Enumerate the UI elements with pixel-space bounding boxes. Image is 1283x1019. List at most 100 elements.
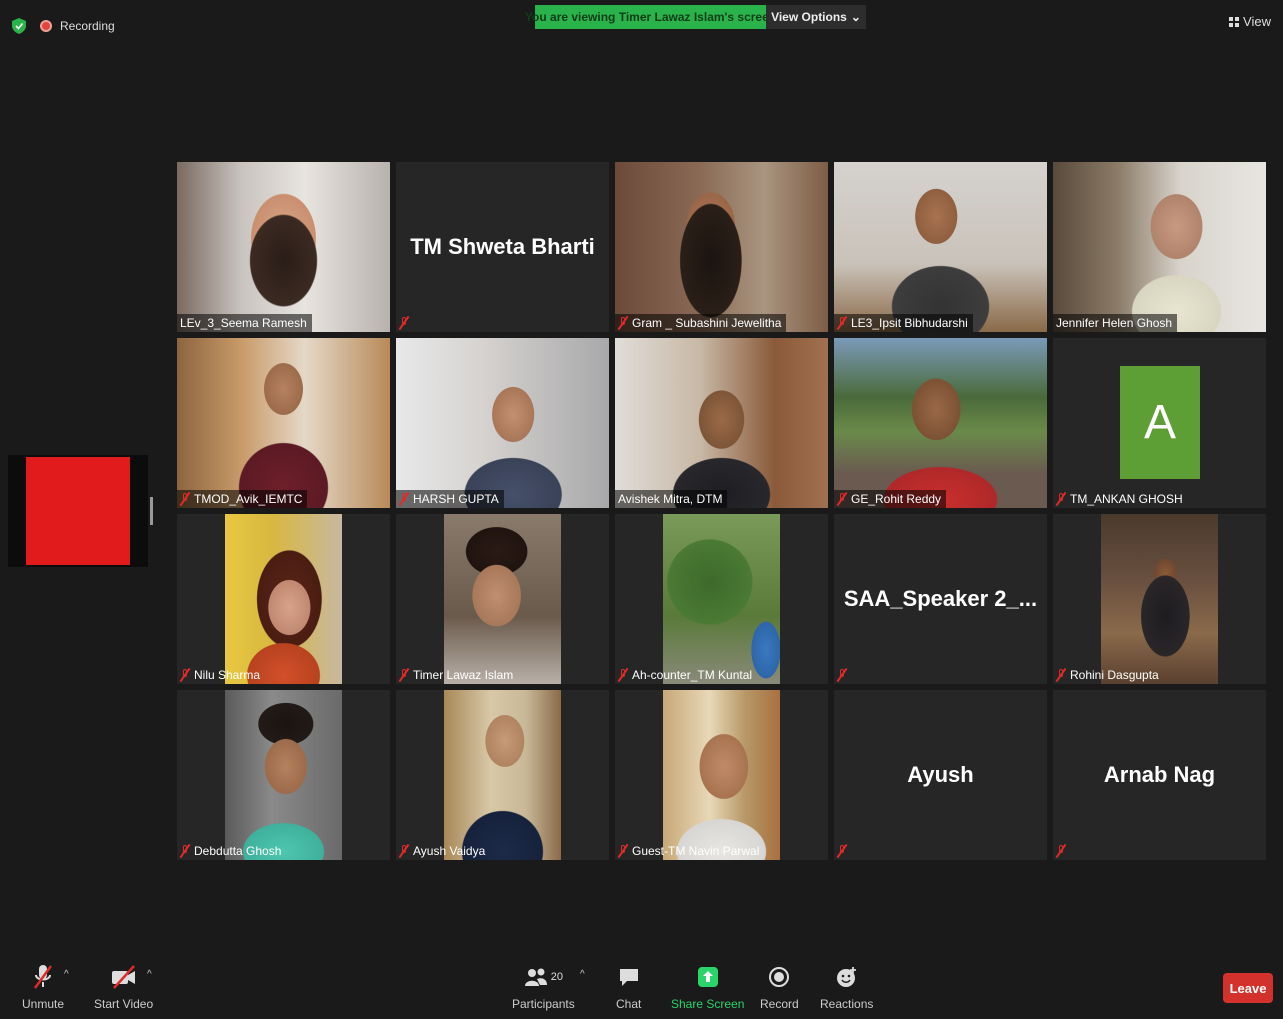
chat-icon: [618, 963, 640, 991]
video-tile[interactable]: Nilu Sharma: [177, 514, 390, 684]
microphone-muted-icon: [31, 963, 55, 991]
participant-name: Debdutta Ghosh: [194, 844, 282, 858]
participant-display-name: SAA_Speaker 2_...: [843, 586, 1038, 611]
participant-name: TM_ANKAN GHOSH: [1070, 492, 1183, 506]
start-video-button[interactable]: Start Video: [94, 963, 153, 1011]
chat-label: Chat: [616, 997, 642, 1011]
reactions-button[interactable]: Reactions: [820, 963, 873, 1011]
gallery-grid: LEv_3_Seema Ramesh TM Shweta Bharti Gram…: [177, 162, 1269, 862]
participant-video: [663, 690, 780, 860]
participant-name: Ayush Vaidya: [413, 844, 486, 858]
video-tile[interactable]: GE_Rohit Reddy: [834, 338, 1047, 508]
video-tile[interactable]: TMOD_Avik_IEMTC: [177, 338, 390, 508]
video-tile[interactable]: Ayush: [834, 690, 1047, 860]
reactions-label: Reactions: [820, 997, 874, 1011]
share-screen-button[interactable]: Share Screen: [671, 963, 744, 1011]
microphone-muted-icon: [618, 844, 628, 858]
participant-nametag: Avishek Mitra, DTM: [615, 490, 728, 508]
view-button[interactable]: View: [1229, 14, 1271, 29]
participants-icon: [524, 968, 547, 986]
participant-video: [225, 514, 342, 684]
participant-name: Nilu Sharma: [194, 668, 261, 682]
participant-nametag: Timer Lawaz Islam: [396, 666, 518, 684]
record-button[interactable]: Record: [760, 963, 799, 1011]
unmute-button[interactable]: Unmute: [22, 963, 64, 1011]
participant-name: LEv_3_Seema Ramesh: [180, 316, 307, 330]
video-tile[interactable]: Ah-counter_TM Kuntal: [615, 514, 828, 684]
video-tile[interactable]: Gram _ Subashini Jewelitha: [615, 162, 828, 332]
chat-button[interactable]: Chat: [616, 963, 641, 1011]
video-tile[interactable]: Arnab Nag: [1053, 690, 1266, 860]
participant-name: Jennifer Helen Ghosh: [1056, 316, 1173, 330]
participant-video: [444, 690, 561, 860]
video-tile[interactable]: Avishek Mitra, DTM: [615, 338, 828, 508]
participant-nametag: [834, 842, 852, 860]
microphone-muted-icon: [180, 844, 190, 858]
video-tile[interactable]: Debdutta Ghosh: [177, 690, 390, 860]
participant-name: Ah-counter_TM Kuntal: [632, 668, 753, 682]
participant-video: [834, 162, 1047, 332]
participant-nametag: Ah-counter_TM Kuntal: [615, 666, 757, 684]
participant-name: GE_Rohit Reddy: [851, 492, 942, 506]
participant-video: [396, 338, 609, 508]
participant-name: Guest-TM Navin Parwal: [632, 844, 760, 858]
participant-video: [615, 162, 828, 332]
view-label: View: [1243, 14, 1271, 29]
microphone-muted-icon: [618, 668, 628, 682]
participant-name: Avishek Mitra, DTM: [618, 492, 723, 506]
video-tile[interactable]: Rohini Dasgupta: [1053, 514, 1266, 684]
meeting-toolbar: Unmute ^ Start Video ^ 20 Participants ^…: [0, 955, 1283, 1019]
participant-name: TMOD_Avik_IEMTC: [194, 492, 303, 506]
video-tile[interactable]: A TM_ANKAN GHOSH: [1053, 338, 1266, 508]
participant-nametag: [1053, 842, 1071, 860]
audio-options-caret[interactable]: ^: [64, 969, 69, 980]
participant-nametag: Ayush Vaidya: [396, 842, 490, 860]
video-tile[interactable]: HARSH GUPTA: [396, 338, 609, 508]
top-bar: Recording You are viewing Timer Lawaz Is…: [0, 0, 1283, 40]
leave-button[interactable]: Leave: [1223, 973, 1273, 1003]
start-video-label: Start Video: [94, 997, 154, 1011]
avatar: A: [1120, 366, 1200, 479]
participant-video: [834, 338, 1047, 508]
video-tile[interactable]: Timer Lawaz Islam: [396, 514, 609, 684]
split-resize-handle[interactable]: [150, 497, 153, 525]
participant-nametag: TMOD_Avik_IEMTC: [177, 490, 308, 508]
participant-nametag: Debdutta Ghosh: [177, 842, 286, 860]
video-tile[interactable]: LE3_Ipsit Bibhudarshi: [834, 162, 1047, 332]
microphone-muted-icon: [180, 668, 190, 682]
participant-video: [225, 690, 342, 860]
participant-nametag: TM_ANKAN GHOSH: [1053, 490, 1188, 508]
microphone-muted-icon: [837, 668, 847, 682]
participant-video: [615, 338, 828, 508]
participant-video: [1101, 514, 1218, 684]
participant-name: HARSH GUPTA: [413, 492, 499, 506]
microphone-muted-icon: [180, 492, 190, 506]
video-options-caret[interactable]: ^: [147, 969, 152, 980]
video-tile[interactable]: Guest-TM Navin Parwal: [615, 690, 828, 860]
participant-name: Gram _ Subashini Jewelitha: [632, 316, 782, 330]
participants-label: Participants: [512, 997, 575, 1011]
video-tile-active-speaker[interactable]: Jennifer Helen Ghosh: [1053, 162, 1266, 332]
participant-name: LE3_Ipsit Bibhudarshi: [851, 316, 968, 330]
view-options-label: View Options: [771, 10, 847, 24]
record-label: Record: [760, 997, 799, 1011]
microphone-muted-icon: [618, 316, 628, 330]
microphone-muted-icon: [1056, 668, 1066, 682]
participant-nametag: LEv_3_Seema Ramesh: [177, 314, 312, 332]
participants-indicator: 20: [524, 963, 563, 991]
shared-screen-thumbnail[interactable]: [8, 455, 148, 567]
video-tile[interactable]: TM Shweta Bharti: [396, 162, 609, 332]
microphone-muted-icon: [837, 316, 847, 330]
video-tile[interactable]: Ayush Vaidya: [396, 690, 609, 860]
video-tile[interactable]: SAA_Speaker 2_...: [834, 514, 1047, 684]
video-tile[interactable]: LEv_3_Seema Ramesh: [177, 162, 390, 332]
participants-options-caret[interactable]: ^: [580, 969, 585, 980]
view-options-button[interactable]: View Options ⌄: [766, 5, 866, 29]
participant-nametag: HARSH GUPTA: [396, 490, 504, 508]
microphone-muted-icon: [837, 844, 847, 858]
microphone-muted-icon: [399, 668, 409, 682]
participants-button[interactable]: 20 Participants: [512, 963, 575, 1011]
shield-icon[interactable]: [12, 18, 26, 34]
microphone-muted-icon: [1056, 492, 1066, 506]
participant-nametag: Gram _ Subashini Jewelitha: [615, 314, 787, 332]
